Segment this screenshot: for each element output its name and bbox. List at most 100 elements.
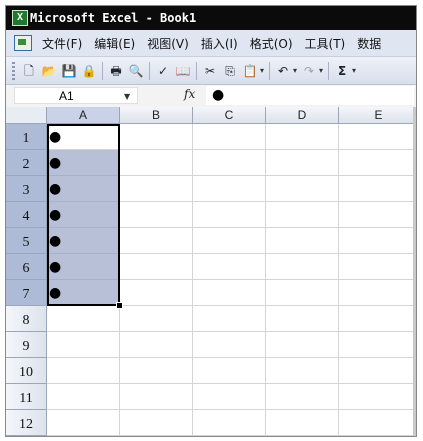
row-header-2[interactable]: 2 [6, 150, 47, 176]
row-header-9[interactable]: 9 [6, 332, 47, 358]
cell-e11[interactable] [339, 384, 416, 410]
print-preview-icon[interactable]: 🔍 [128, 63, 144, 79]
toolbar-grip[interactable] [12, 61, 15, 80]
row-header-6[interactable]: 6 [6, 254, 47, 280]
cell-e2[interactable] [339, 150, 416, 176]
cell-c3[interactable] [193, 176, 266, 202]
cell-d3[interactable] [266, 176, 339, 202]
cell-c6[interactable] [193, 254, 266, 280]
insert-function-icon[interactable]: fx [184, 87, 195, 101]
cell-a9[interactable] [47, 332, 120, 358]
cell-d4[interactable] [266, 202, 339, 228]
menu-tools[interactable]: 工具(T) [299, 35, 352, 52]
row-header-12[interactable]: 12 [6, 410, 47, 436]
row-header-8[interactable]: 8 [6, 306, 47, 332]
cell-e4[interactable] [339, 202, 416, 228]
cell-e9[interactable] [339, 332, 416, 358]
row-header-5[interactable]: 5 [6, 228, 47, 254]
cell-b12[interactable] [120, 410, 193, 436]
cell-a12[interactable] [47, 410, 120, 436]
cell-c10[interactable] [193, 358, 266, 384]
cell-c2[interactable] [193, 150, 266, 176]
menu-insert[interactable]: 插入(I) [195, 35, 244, 52]
cell-a11[interactable] [47, 384, 120, 410]
research-icon[interactable]: 📖 [175, 63, 191, 79]
cell-b9[interactable] [120, 332, 193, 358]
cell-b2[interactable] [120, 150, 193, 176]
permission-icon[interactable]: 🔒 [81, 63, 97, 79]
cell-d11[interactable] [266, 384, 339, 410]
cell-b10[interactable] [120, 358, 193, 384]
row-header-11[interactable]: 11 [6, 384, 47, 410]
cell-c7[interactable] [193, 280, 266, 306]
cell-b3[interactable] [120, 176, 193, 202]
cell-d1[interactable] [266, 124, 339, 150]
excel-app-icon[interactable]: X [12, 10, 28, 26]
cell-d5[interactable] [266, 228, 339, 254]
vertical-scrollbar[interactable] [413, 107, 416, 436]
cell-d6[interactable] [266, 254, 339, 280]
fill-handle[interactable] [116, 302, 123, 309]
spelling-icon[interactable]: ✓ [155, 63, 171, 79]
undo-icon[interactable]: ↶ [275, 63, 291, 79]
cell-c4[interactable] [193, 202, 266, 228]
cell-d12[interactable] [266, 410, 339, 436]
cell-a10[interactable] [47, 358, 120, 384]
menu-view[interactable]: 视图(V) [141, 35, 195, 52]
autosum-dropdown-icon[interactable]: ▾ [352, 66, 356, 75]
column-header-a[interactable]: A [47, 107, 120, 124]
cell-a4[interactable]: ● [47, 202, 120, 228]
cell-d9[interactable] [266, 332, 339, 358]
cell-d2[interactable] [266, 150, 339, 176]
select-all-corner[interactable] [6, 107, 47, 124]
cell-e10[interactable] [339, 358, 416, 384]
cell-a7[interactable]: ● [47, 280, 120, 306]
cell-d7[interactable] [266, 280, 339, 306]
workbook-control-icon[interactable] [14, 35, 32, 51]
cell-c9[interactable] [193, 332, 266, 358]
formula-input[interactable]: ● [206, 86, 414, 105]
redo-dropdown-icon[interactable]: ▾ [319, 66, 323, 75]
row-header-3[interactable]: 3 [6, 176, 47, 202]
cell-e8[interactable] [339, 306, 416, 332]
new-icon[interactable]: 🗋 [21, 63, 37, 79]
column-header-b[interactable]: B [120, 107, 193, 124]
cell-e5[interactable] [339, 228, 416, 254]
undo-dropdown-icon[interactable]: ▾ [293, 66, 297, 75]
cell-a2[interactable]: ● [47, 150, 120, 176]
cell-c12[interactable] [193, 410, 266, 436]
column-header-c[interactable]: C [193, 107, 266, 124]
cell-a8[interactable] [47, 306, 120, 332]
name-box[interactable]: A1 [14, 87, 138, 104]
cell-c8[interactable] [193, 306, 266, 332]
cell-b6[interactable] [120, 254, 193, 280]
column-header-d[interactable]: D [266, 107, 339, 124]
save-icon[interactable]: 💾 [61, 63, 77, 79]
cell-b5[interactable] [120, 228, 193, 254]
cell-e7[interactable] [339, 280, 416, 306]
cell-d10[interactable] [266, 358, 339, 384]
cell-a1[interactable]: ● [47, 124, 120, 150]
menu-format[interactable]: 格式(O) [244, 35, 299, 52]
cell-a5[interactable]: ● [47, 228, 120, 254]
row-header-7[interactable]: 7 [6, 280, 47, 306]
cell-e6[interactable] [339, 254, 416, 280]
paste-icon[interactable]: 📋 [242, 63, 258, 79]
redo-icon[interactable]: ↷ [301, 63, 317, 79]
print-icon[interactable]: 🖶 [108, 63, 124, 79]
cut-icon[interactable]: ✂ [202, 63, 218, 79]
cell-a6[interactable]: ● [47, 254, 120, 280]
autosum-icon[interactable]: Σ [334, 63, 350, 79]
menu-data[interactable]: 数据 [351, 35, 387, 52]
cell-b1[interactable] [120, 124, 193, 150]
cell-b7[interactable] [120, 280, 193, 306]
row-header-4[interactable]: 4 [6, 202, 47, 228]
cell-c1[interactable] [193, 124, 266, 150]
cell-d8[interactable] [266, 306, 339, 332]
row-header-10[interactable]: 10 [6, 358, 47, 384]
cell-b11[interactable] [120, 384, 193, 410]
cell-c11[interactable] [193, 384, 266, 410]
paste-dropdown-icon[interactable]: ▾ [260, 66, 264, 75]
copy-icon[interactable]: ⎘ [222, 63, 238, 79]
row-header-1[interactable]: 1 [6, 124, 47, 150]
